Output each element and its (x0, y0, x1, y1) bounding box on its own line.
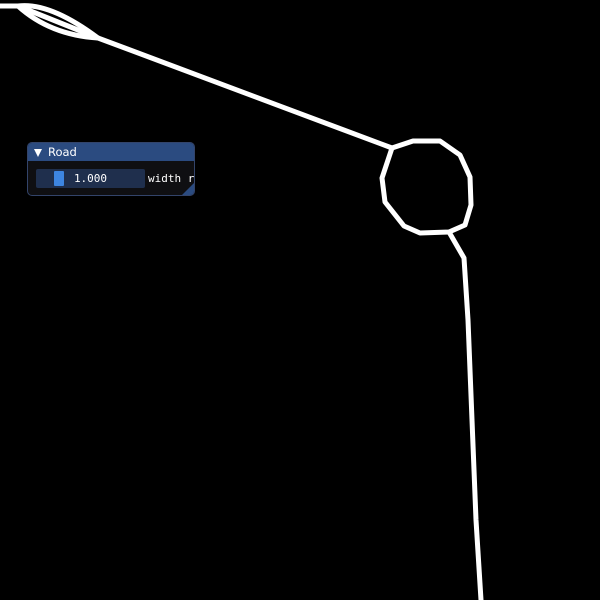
slider-value-text: 1.000 (73, 172, 108, 185)
resize-grip-icon[interactable] (182, 183, 194, 195)
triangle-down-icon[interactable] (34, 148, 42, 157)
road-diagonal-segment (0, 3, 395, 151)
window-title-bar[interactable]: Road (28, 143, 194, 161)
roundabout-ring (379, 138, 474, 236)
window-title: Road (48, 145, 77, 159)
road-canvas (0, 3, 484, 600)
width-slider[interactable]: 1.000 (36, 169, 145, 188)
road-settings-window[interactable]: Road 1.000 width r (27, 142, 195, 196)
road-vertical-segment (446, 229, 484, 600)
window-content: 1.000 width r (28, 161, 194, 195)
render-viewport[interactable]: Road 1.000 width r (0, 0, 600, 600)
